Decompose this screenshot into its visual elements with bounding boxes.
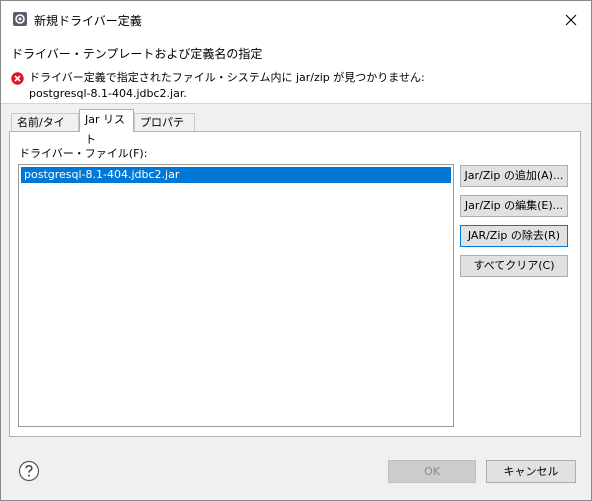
dialog-header: ドライバー・テンプレートおよび定義名の指定 ドライバー定義で指定されたファイル・…	[1, 39, 591, 103]
tab-jar-list[interactable]: Jar リスト	[79, 109, 134, 146]
help-icon[interactable]	[18, 460, 40, 482]
header-title: ドライバー・テンプレートおよび定義名の指定	[11, 47, 263, 61]
tab-name-type[interactable]: 名前/タイプ	[11, 113, 79, 146]
error-icon	[11, 72, 24, 85]
ok-button[interactable]: OK	[388, 460, 476, 483]
driver-files-label: ドライバー・ファイル(F):	[19, 147, 148, 160]
remove-jar-zip-button[interactable]: JAR/Zip の除去(R)	[460, 225, 568, 247]
settings-dialog-icon	[12, 11, 28, 27]
clear-all-button[interactable]: すべてクリア(C)	[460, 255, 568, 277]
title-bar: 新規ドライバー定義	[1, 1, 591, 39]
error-message: ドライバー定義で指定されたファイル・システム内に jar/zip が見つかりませ…	[29, 71, 425, 100]
jar-list-panel: ドライバー・ファイル(F): postgresql-8.1-404.jdbc2.…	[9, 131, 581, 437]
tab-properties[interactable]: プロパティー	[134, 113, 195, 146]
new-driver-definition-dialog: 新規ドライバー定義 ドライバー・テンプレートおよび定義名の指定 ドライバー定義で…	[0, 0, 592, 501]
driver-files-list[interactable]: postgresql-8.1-404.jdbc2.jar	[18, 164, 454, 427]
add-jar-zip-button[interactable]: Jar/Zip の追加(A)...	[460, 165, 568, 187]
cancel-button[interactable]: キャンセル	[486, 460, 576, 483]
close-icon[interactable]	[557, 7, 585, 33]
list-item[interactable]: postgresql-8.1-404.jdbc2.jar	[21, 167, 451, 183]
edit-jar-zip-button[interactable]: Jar/Zip の編集(E)...	[460, 195, 568, 217]
window-title: 新規ドライバー定義	[34, 14, 142, 28]
header-separator	[1, 103, 591, 104]
